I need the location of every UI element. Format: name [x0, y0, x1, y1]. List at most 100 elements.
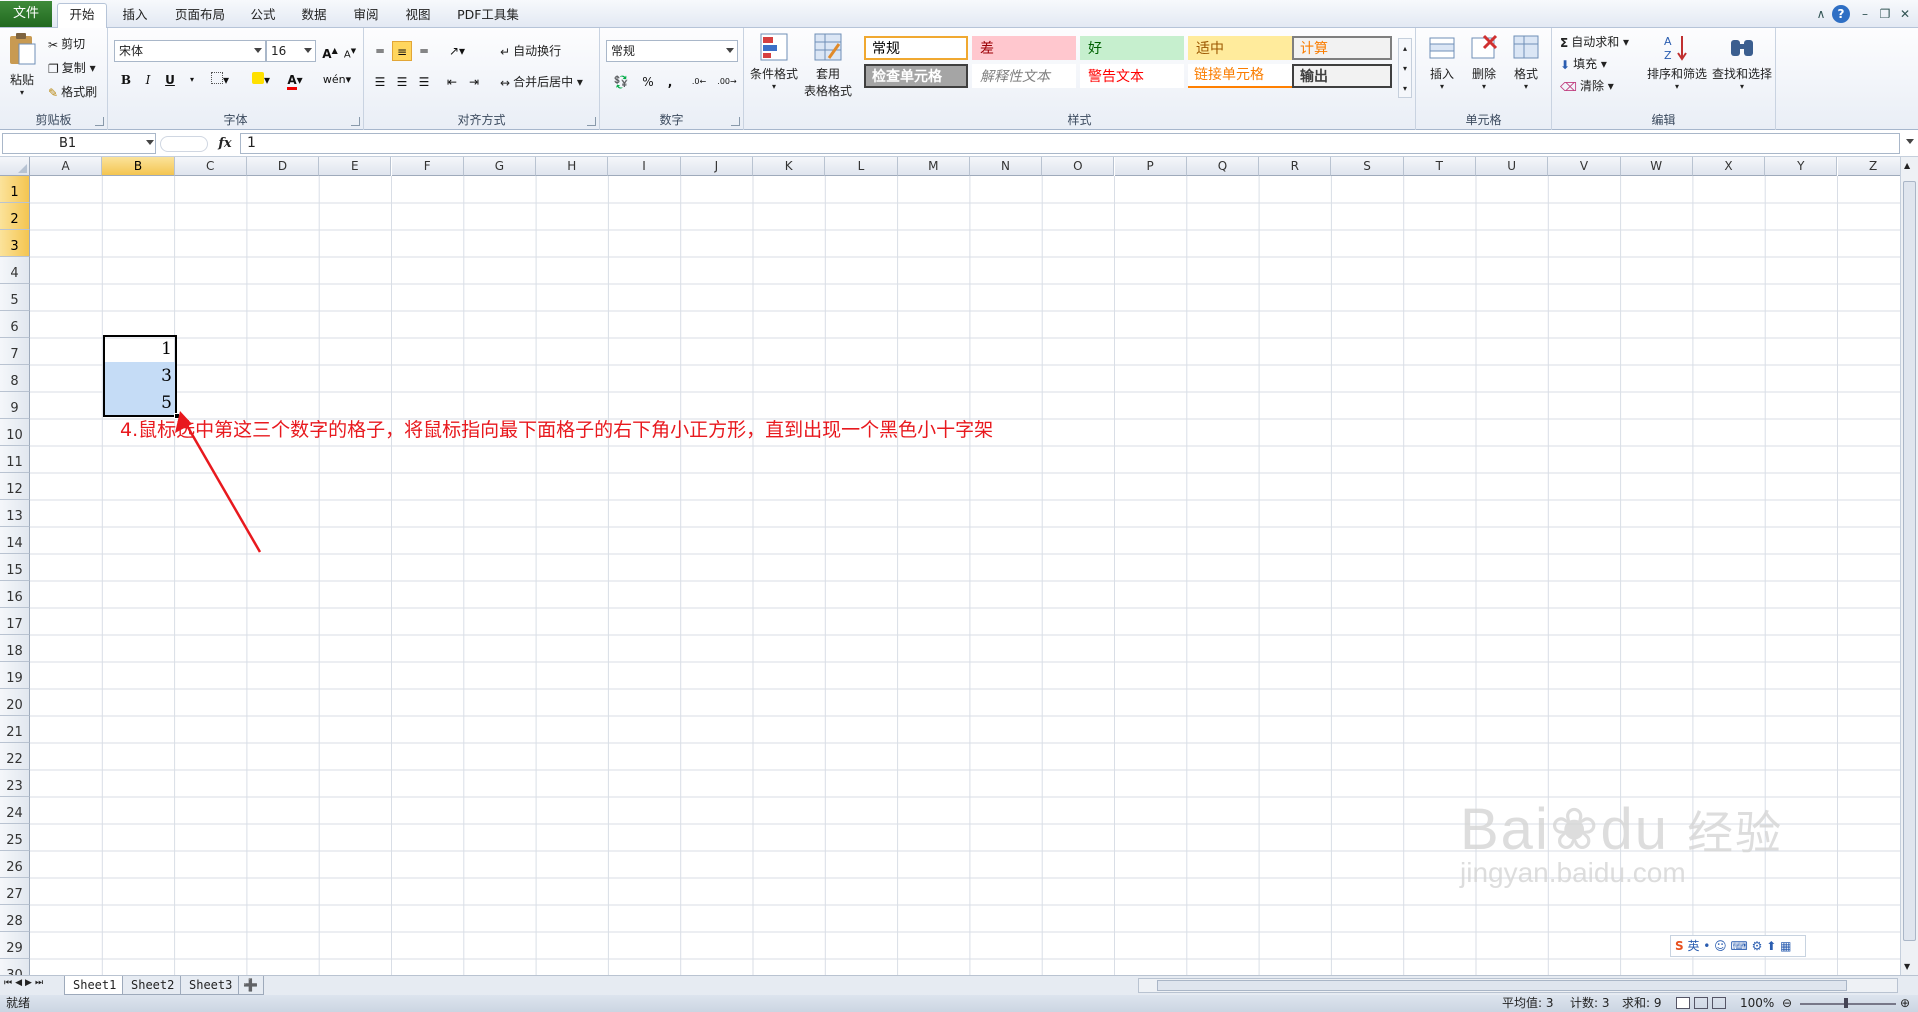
- row-header-9[interactable]: 9: [0, 392, 30, 419]
- find-select-button[interactable]: 查找和选择 ▾: [1710, 32, 1774, 91]
- borders-button[interactable]: ▾: [206, 70, 234, 90]
- merge-center-button[interactable]: ↔ 合并后居中 ▾: [500, 72, 583, 92]
- zoom-in-icon[interactable]: ⊕: [1900, 995, 1910, 1012]
- cell-style-0[interactable]: 常规: [864, 36, 968, 60]
- row-header-30[interactable]: 30: [0, 959, 30, 975]
- row-header-10[interactable]: 10: [0, 419, 30, 446]
- column-header-A[interactable]: A: [30, 157, 103, 176]
- column-header-W[interactable]: W: [1620, 157, 1693, 176]
- increase-indent-icon[interactable]: ⇥: [464, 72, 484, 92]
- column-header-X[interactable]: X: [1692, 157, 1766, 176]
- formula-input[interactable]: 1: [240, 133, 1900, 154]
- tab-view[interactable]: 视图: [400, 4, 436, 28]
- row-header-8[interactable]: 8: [0, 365, 30, 392]
- zoom-slider-thumb[interactable]: [1844, 998, 1848, 1008]
- font-launcher-icon[interactable]: [351, 117, 360, 126]
- expand-formula-icon[interactable]: [1906, 139, 1914, 144]
- align-top-icon[interactable]: ═: [370, 41, 390, 61]
- insert-cells-button[interactable]: 插入 ▾: [1424, 32, 1460, 91]
- column-header-T[interactable]: T: [1403, 157, 1476, 176]
- row-header-26[interactable]: 26: [0, 851, 30, 878]
- sheet-tab-3[interactable]: Sheet3: [180, 976, 242, 995]
- column-header-P[interactable]: P: [1114, 157, 1187, 176]
- row-header-16[interactable]: 16: [0, 581, 30, 608]
- copy-button[interactable]: ❐ 复制 ▾: [48, 58, 96, 78]
- row-header-15[interactable]: 15: [0, 554, 30, 581]
- underline-button[interactable]: U: [160, 70, 180, 90]
- column-header-H[interactable]: H: [536, 157, 609, 176]
- cell-style-3[interactable]: 适中: [1188, 36, 1292, 60]
- normal-view-icon[interactable]: [1676, 997, 1690, 1009]
- cell-B1[interactable]: 1: [104, 336, 176, 362]
- row-header-21[interactable]: 21: [0, 716, 30, 743]
- row-header-2[interactable]: 2: [0, 203, 30, 230]
- row-header-13[interactable]: 13: [0, 500, 30, 527]
- scroll-down-icon[interactable]: ▼: [1904, 962, 1910, 971]
- row-header-20[interactable]: 20: [0, 689, 30, 716]
- name-box[interactable]: B1: [2, 133, 156, 154]
- restore-icon[interactable]: ❐: [1876, 5, 1894, 23]
- row-header-14[interactable]: 14: [0, 527, 30, 554]
- clipboard-launcher-icon[interactable]: [95, 117, 104, 126]
- column-header-D[interactable]: D: [246, 157, 320, 176]
- font-size-select[interactable]: 16: [266, 40, 316, 62]
- ribbon-minimize-icon[interactable]: ∧: [1812, 5, 1830, 23]
- italic-button[interactable]: I: [138, 70, 158, 90]
- number-format-select[interactable]: 常规: [606, 40, 738, 62]
- tab-home[interactable]: 开始: [57, 3, 107, 29]
- help-icon[interactable]: ?: [1832, 5, 1850, 23]
- column-header-N[interactable]: N: [969, 157, 1043, 176]
- row-header-27[interactable]: 27: [0, 878, 30, 905]
- font-name-select[interactable]: 宋体: [114, 40, 266, 62]
- tab-insert[interactable]: 插入: [115, 4, 155, 28]
- row-header-3[interactable]: 3: [0, 230, 30, 257]
- column-header-I[interactable]: I: [608, 157, 681, 176]
- column-header-O[interactable]: O: [1042, 157, 1115, 176]
- minimize-icon[interactable]: –: [1856, 5, 1874, 23]
- zoom-out-icon[interactable]: ⊖: [1782, 995, 1792, 1012]
- wrap-text-button[interactable]: ↵ 自动换行: [500, 41, 561, 61]
- cell-style-5[interactable]: 检查单元格: [864, 64, 968, 88]
- sort-filter-button[interactable]: AZ 排序和筛选 ▾: [1644, 32, 1710, 91]
- row-header-23[interactable]: 23: [0, 770, 30, 797]
- delete-cells-button[interactable]: 删除 ▾: [1466, 32, 1502, 91]
- cell-style-2[interactable]: 好: [1080, 36, 1184, 60]
- percent-button[interactable]: %: [638, 72, 658, 92]
- comma-button[interactable]: ,: [660, 72, 680, 92]
- conditional-format-button[interactable]: 条件格式 ▾: [748, 32, 800, 91]
- page-layout-view-icon[interactable]: [1694, 997, 1708, 1009]
- format-painter-button[interactable]: ✎ 格式刷: [48, 82, 97, 102]
- sheet-nav-icons[interactable]: ⏮◀▶⏭: [4, 978, 46, 988]
- tab-pdf-tools[interactable]: PDF工具集: [452, 4, 524, 28]
- vertical-scrollbar[interactable]: ▲ ▼: [1900, 157, 1918, 975]
- tab-page-layout[interactable]: 页面布局: [168, 4, 232, 28]
- select-all-corner[interactable]: [0, 157, 30, 176]
- bold-button[interactable]: B: [116, 70, 136, 90]
- grow-font-button[interactable]: A▲: [320, 41, 340, 61]
- column-header-J[interactable]: J: [680, 157, 753, 176]
- cell-B2[interactable]: 3: [104, 363, 176, 389]
- fill-button[interactable]: ⬇ 填充 ▾: [1560, 54, 1607, 74]
- insert-sheet-icon[interactable]: ➕: [238, 976, 264, 995]
- orientation-icon[interactable]: ↗▾: [442, 41, 472, 61]
- cell-style-8[interactable]: 链接单元格: [1188, 64, 1292, 88]
- align-center-icon[interactable]: ☰: [392, 72, 412, 92]
- insert-function-button[interactable]: fx: [214, 133, 236, 154]
- currency-icon[interactable]: 💱: [606, 72, 636, 92]
- column-header-Z[interactable]: Z: [1837, 157, 1900, 176]
- column-header-B[interactable]: B: [102, 157, 175, 176]
- cell-style-7[interactable]: 警告文本: [1080, 64, 1184, 88]
- row-header-5[interactable]: 5: [0, 284, 30, 311]
- tab-formulas[interactable]: 公式: [245, 4, 281, 28]
- column-header-M[interactable]: M: [897, 157, 970, 176]
- close-icon[interactable]: ✕: [1896, 5, 1914, 23]
- format-cells-button[interactable]: 格式 ▾: [1508, 32, 1544, 91]
- cell-style-1[interactable]: 差: [972, 36, 1076, 60]
- row-header-12[interactable]: 12: [0, 473, 30, 500]
- format-as-table-button[interactable]: 套用 表格格式: [800, 32, 856, 99]
- align-middle-icon[interactable]: ≡: [392, 41, 412, 61]
- sheet-tab-1[interactable]: Sheet1: [64, 976, 126, 995]
- column-header-C[interactable]: C: [174, 157, 247, 176]
- row-header-17[interactable]: 17: [0, 608, 30, 635]
- row-header-1[interactable]: 1: [0, 176, 30, 203]
